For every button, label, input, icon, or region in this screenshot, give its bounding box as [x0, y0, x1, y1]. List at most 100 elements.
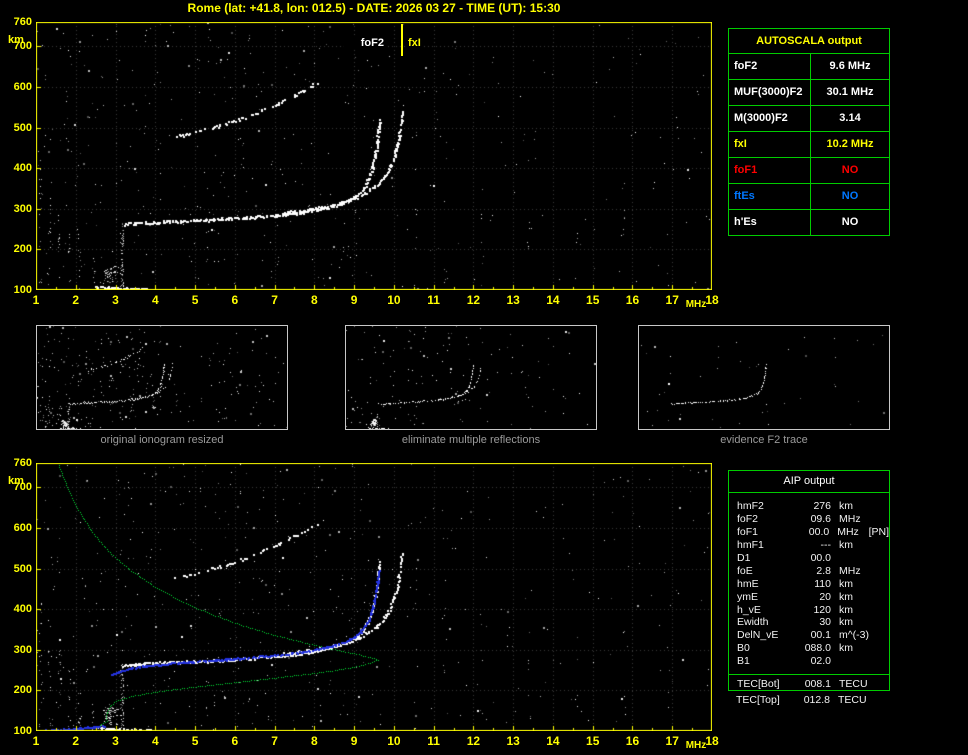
top-ionogram-plot: foF2 fxI 760 700 600 500 400 300 200 100 km 1 2 3 4 5… [8, 16, 719, 310]
y-axis-tick-label: 200 [13, 684, 32, 697]
aip-row-value: 276 [813, 500, 831, 513]
aip-row-value: 00.0 [808, 526, 830, 539]
x-axis-tick-label: 2 [72, 734, 80, 748]
aip-row-value: 02.0 [810, 655, 831, 668]
aip-row: B0 088.0 km [729, 642, 889, 655]
autoscala-row-value: NO [841, 164, 859, 176]
aip-row-value: 088.0 [804, 642, 831, 655]
aip-row-label: Ewidth [737, 616, 769, 629]
y-axis-tick-label: 400 [13, 603, 32, 616]
x-axis-tick-label: 9 [350, 293, 358, 307]
aip-row: hmF1 --- km [729, 539, 889, 552]
aip-row-label: B0 [737, 642, 750, 655]
aip-separator [729, 673, 889, 675]
bottom-ionogram-plot: 760 700 600 500 400 300 200 100 km 1 2 3 4 5 6 7 8 9 10 11 1… [8, 457, 719, 751]
y-axis-tick-label: 500 [13, 562, 32, 575]
table-row: M(3000)F2 3.14 [729, 106, 889, 132]
x-axis-tick-label: 4 [151, 293, 159, 307]
x-axis-tick-label: 10 [387, 734, 401, 748]
aip-row-label: foF1 [737, 526, 759, 539]
x-axis-tick-label: 15 [586, 293, 600, 307]
bottom-ionogram-canvas [36, 463, 712, 731]
x-axis-tick-label: 2 [72, 293, 80, 307]
aip-row-unit: TECU [838, 693, 867, 706]
aip-row-label: foF2 [737, 513, 759, 526]
thumbnail-f2-trace [638, 325, 890, 430]
aip-rows: hmF2 276 km foF2 09.6 MHz foF1 00.0 MHz … [729, 493, 889, 670]
x-axis-tick-label: 8 [311, 293, 318, 307]
x-axis-tick-label: 3 [112, 734, 119, 748]
aip-tec-bot-row: TEC[Bot] 008.1 TECU [729, 678, 889, 691]
aip-row-label: h_vE [737, 603, 761, 616]
aip-row-unit: MHz [837, 526, 859, 539]
thumbnail-multiple-reflections-canvas [346, 326, 596, 429]
aip-row: hmE 110 km [729, 577, 889, 590]
x-axis-tick-label: 11 [427, 293, 440, 307]
top-ionogram-canvas [36, 22, 712, 290]
aip-row-label: DelN_vE [737, 629, 779, 642]
table-row: MUF(3000)F2 30.1 MHz [729, 80, 889, 106]
x-axis-unit-label: MHz [685, 299, 707, 310]
x-axis-tick-label: 5 [191, 293, 199, 307]
aip-row: ymE 20 km [729, 590, 889, 603]
x-axis-tick-label: 12 [466, 734, 481, 748]
aip-row-label: hmF1 [737, 539, 764, 552]
table-row: foF1 NO [729, 158, 889, 184]
aip-output-panel: AIP output hmF2 276 km foF2 09.6 MHz foF… [728, 470, 890, 706]
aip-row-unit: km [839, 603, 853, 616]
x-axis-tick-label: 7 [271, 293, 278, 307]
aip-row: foE 2.8 MHz [729, 564, 889, 577]
aip-row-note: [PN] [868, 526, 890, 539]
thumbnail-f2-trace-canvas [639, 326, 889, 429]
aip-row: D1 00.0 [729, 552, 889, 565]
y-axis-tick-label: 760 [13, 457, 32, 469]
autoscala-row-label: foF1 [729, 158, 811, 183]
y-axis-tick-label: 600 [13, 521, 32, 534]
aip-row: TEC[Top] 012.8 TECU [728, 693, 890, 706]
autoscala-row-label: ftEs [729, 184, 811, 209]
x-axis-tick-label: 6 [231, 293, 239, 307]
fxi-marker-line [401, 24, 403, 56]
thumbnail-caption: original ionogram resized [100, 434, 224, 446]
aip-row-label: hmE [737, 577, 759, 590]
aip-row-value: 110 [814, 577, 831, 590]
page-title: Rome (lat: +41.8, lon: 012.5) - DATE: 20… [187, 1, 561, 15]
x-axis-tick-label: 1 [32, 734, 40, 748]
thumbnail-multiple-reflections [345, 325, 597, 430]
aip-row-label: foE [737, 564, 753, 577]
x-axis-tick-label: 6 [231, 734, 239, 748]
x-axis-tick-label: 16 [625, 734, 640, 748]
aip-row-label: hmF2 [737, 500, 764, 513]
autoscala-row-label: MUF(3000)F2 [729, 80, 811, 105]
aip-tec-top-row: TEC[Top] 012.8 TECU [728, 693, 890, 706]
thumbnail-caption: eliminate multiple reflections [401, 434, 541, 446]
thumbnail-caption: evidence F2 trace [720, 434, 808, 446]
aip-row: DelN_vE 00.1 m^(-3) [729, 629, 889, 642]
y-axis-tick-label: 300 [13, 643, 32, 656]
autoscala-window: Rome (lat: +41.8, lon: 012.5) - DATE: 20… [0, 0, 968, 755]
x-axis-tick-label: 7 [271, 734, 278, 748]
table-row: h'Es NO [729, 210, 889, 235]
aip-row-unit: km [839, 590, 853, 603]
aip-row-value: 00.0 [810, 552, 831, 564]
aip-row: B1 02.0 [729, 655, 889, 668]
autoscala-row-value: 3.14 [839, 112, 861, 124]
autoscala-row-value: NO [841, 216, 859, 228]
y-axis-tick-label: 760 [13, 16, 32, 28]
autoscala-row-label: foF2 [729, 54, 811, 79]
aip-row-unit: km [839, 616, 853, 629]
fxi-annotation: fxI [406, 37, 423, 49]
x-axis-tick-label: 9 [350, 734, 358, 748]
autoscala-row-label: M(3000)F2 [729, 106, 811, 131]
aip-row-unit: km [839, 577, 853, 590]
autoscala-row-label: fxI [729, 132, 811, 157]
aip-row-value: --- [820, 539, 832, 552]
y-axis-tick-label: 600 [13, 80, 32, 93]
aip-output-box: AIP output hmF2 276 km foF2 09.6 MHz foF… [728, 470, 890, 692]
x-axis-tick-label: 14 [546, 734, 560, 748]
autoscala-row-value: NO [841, 190, 859, 202]
x-axis-tick-label: 16 [625, 293, 640, 307]
autoscala-row-value: 9.6 MHz [829, 60, 871, 72]
aip-row-value: 012.8 [803, 693, 830, 706]
x-axis-unit-label: MHz [685, 740, 707, 751]
